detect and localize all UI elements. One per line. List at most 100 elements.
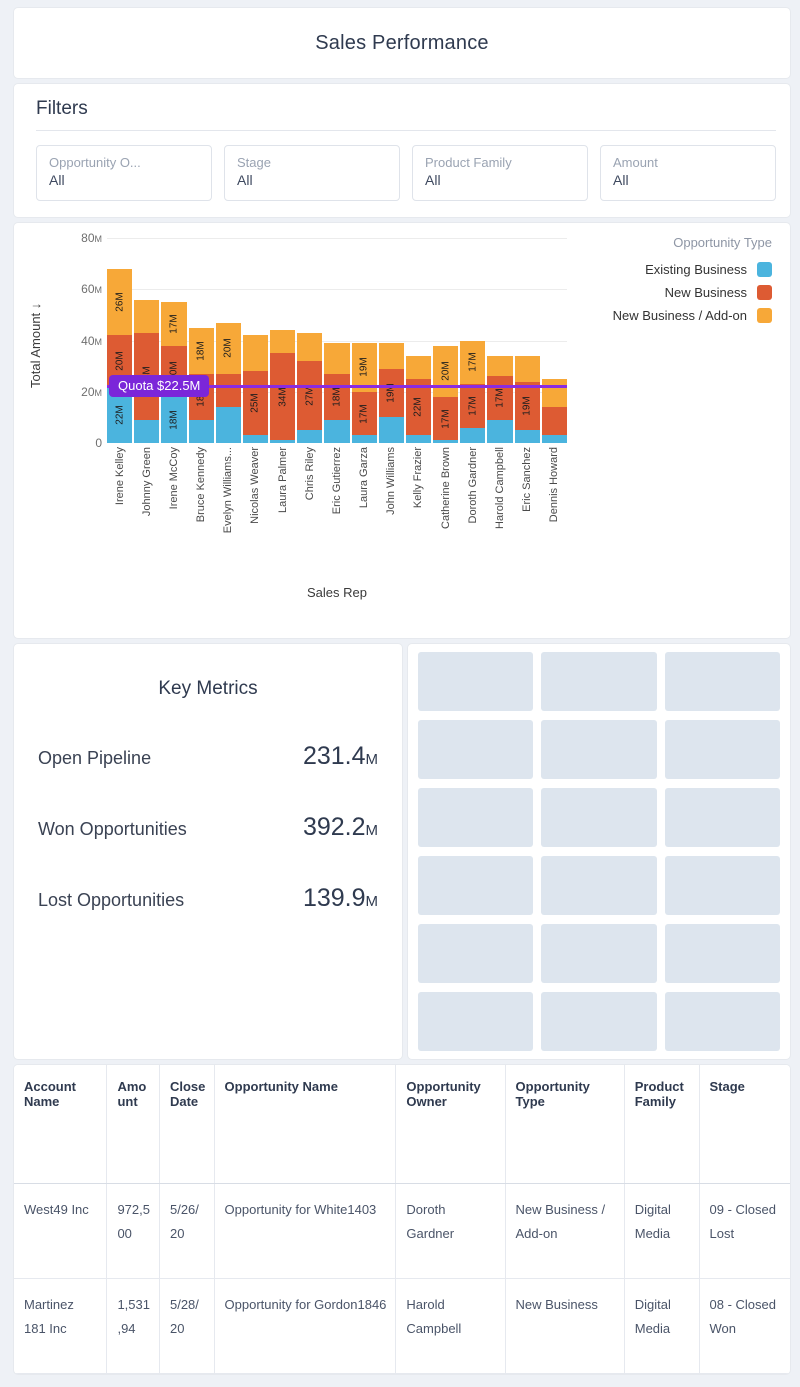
bar-segment[interactable] [541,407,567,436]
chart-bar[interactable]: 19M [378,343,404,443]
bar-segment[interactable]: 18M [324,373,350,420]
table-column-header[interactable]: Close Date [159,1065,215,1184]
placeholder-cell [541,856,657,915]
placeholder-cell [664,788,780,847]
placeholder-cell [664,924,780,983]
filter-3[interactable]: Amount All [600,145,776,201]
chart-bar[interactable]: 34M [134,299,160,443]
key-metrics-card: Key Metrics Open Pipeline 231.4M Won Oppor… [14,644,402,1059]
bar-segment[interactable]: 17M [351,391,377,436]
table-column-header[interactable]: Account Name [14,1065,108,1184]
chart-bar[interactable]: 20M 17M [433,345,459,443]
bar-segment[interactable] [134,299,160,333]
filter-value: All [613,172,629,188]
bar-segment[interactable]: 27M [297,361,323,431]
placeholder-card [408,644,790,1059]
chart-bar[interactable]: 18M [324,343,350,443]
legend-swatch [757,285,772,300]
chart-bar[interactable]: 22M [405,355,432,443]
bar-segment[interactable] [541,378,567,408]
bar-segment[interactable]: 17M [487,376,513,420]
bar-segment[interactable] [541,435,567,443]
bar-segment[interactable]: 20M [215,322,241,374]
filter-1[interactable]: Stage All [224,145,400,201]
chart-bar[interactable]: 17M 20M 18M [161,302,187,443]
bar-segment[interactable]: 18M [188,327,214,374]
table-column-header[interactable]: Product Family [624,1065,700,1184]
bar-segment[interactable]: 25M [242,371,269,436]
bar-segment[interactable]: 17M [460,340,486,385]
bar-segment-label: 18M [195,341,207,361]
chart-bar[interactable]: 17M [487,355,513,443]
chart-bar[interactable]: 19M [514,355,540,443]
bar-segment[interactable]: 18M [161,396,187,443]
bar-segment[interactable]: 17M [433,396,459,441]
filter-2[interactable]: Product Family All [412,145,588,201]
bar-segment-label: 19M [521,396,533,416]
bar-segment[interactable] [514,355,540,382]
legend-item[interactable]: Existing Business [613,262,772,277]
placeholder-cell [418,856,534,915]
table-column-header[interactable]: Opportunity Type [505,1065,625,1184]
metrics-section: Key Metrics Open Pipeline 231.4M Won Oppor… [14,644,790,1059]
placeholder-cell [541,924,657,983]
y-tick-label: 40M [81,333,102,348]
legend-item[interactable]: New Business / Add-on [613,308,772,323]
bar-segment[interactable] [487,355,513,377]
chart-bar[interactable] [541,378,567,443]
table-row[interactable]: Martinez 181 Inc 1,531,94 5/28/20 Opportuni… [14,1278,790,1374]
bar-segment[interactable]: 20M [433,345,459,397]
table-column-header[interactable]: Stage [699,1065,790,1184]
bar-segment[interactable] [188,419,214,443]
bar-segment[interactable] [378,417,404,443]
bar-segment[interactable] [433,440,459,443]
bar-segment-label: 19M [358,357,370,378]
bar-segment[interactable]: 34M [270,353,296,441]
bar-segment[interactable]: 17M [161,302,187,346]
bar-segment[interactable]: 19M [514,381,540,431]
bar-segment[interactable] [242,335,269,372]
metric-value: 139.9M [303,884,378,913]
quota-reference-label: Quota $22.5M [109,375,210,398]
x-tick: Doroth Gardner [460,445,485,575]
table-row[interactable]: West49 Inc 972,500 5/26/20 Opportunity for … [14,1183,790,1279]
chart-bar[interactable]: 17M 17M [460,340,486,443]
bar-segment[interactable] [324,343,350,374]
chart-x-axis-title: Sales Rep [307,585,367,600]
x-tick-label: Doroth Gardner [466,447,479,524]
filter-0[interactable]: Opportunity O... All [36,145,212,201]
bar-segment[interactable]: 19M [378,368,404,418]
bar-segment[interactable] [270,440,296,443]
table-column-header[interactable]: Amount [106,1065,160,1184]
placeholder-cell [664,652,780,711]
bar-segment[interactable] [460,427,486,443]
bar-segment[interactable] [487,419,513,443]
bar-segment[interactable] [297,430,323,443]
bar-segment[interactable]: 26M [107,268,133,336]
bar-segment[interactable] [514,430,540,443]
bar-segment[interactable] [405,435,432,443]
bar-segment[interactable] [270,330,296,354]
bar-segment[interactable] [324,419,350,443]
chart-bar[interactable]: 20M [215,322,241,443]
bar-segment[interactable] [134,419,160,443]
bar-segment[interactable] [351,435,377,443]
chart-bar[interactable]: 26M 20M 22M [107,268,133,443]
bar-segment[interactable] [378,343,404,369]
legend-item[interactable]: New Business [613,285,772,300]
bar-segment[interactable] [297,332,323,361]
table-cell-close-date: 5/28/20 [159,1278,215,1374]
bar-segment[interactable]: 17M [460,384,486,428]
chart-bar[interactable]: 19M 17M [351,343,377,443]
bar-segment[interactable] [215,373,241,408]
bar-segment[interactable] [405,355,432,379]
x-tick-label: Chris Riley [303,447,316,501]
table-cell-opportunity-type: New Business / Add-on [505,1183,625,1279]
chart-bar[interactable]: 25M [242,335,269,443]
x-tick: Irene Kelley [107,445,132,575]
x-tick: Dennis Howard [542,445,567,575]
table-column-header[interactable]: Opportunity Name [214,1065,397,1184]
bar-segment[interactable] [215,407,241,443]
bar-segment[interactable] [242,435,269,443]
table-column-header[interactable]: Opportunity Owner [395,1065,506,1184]
